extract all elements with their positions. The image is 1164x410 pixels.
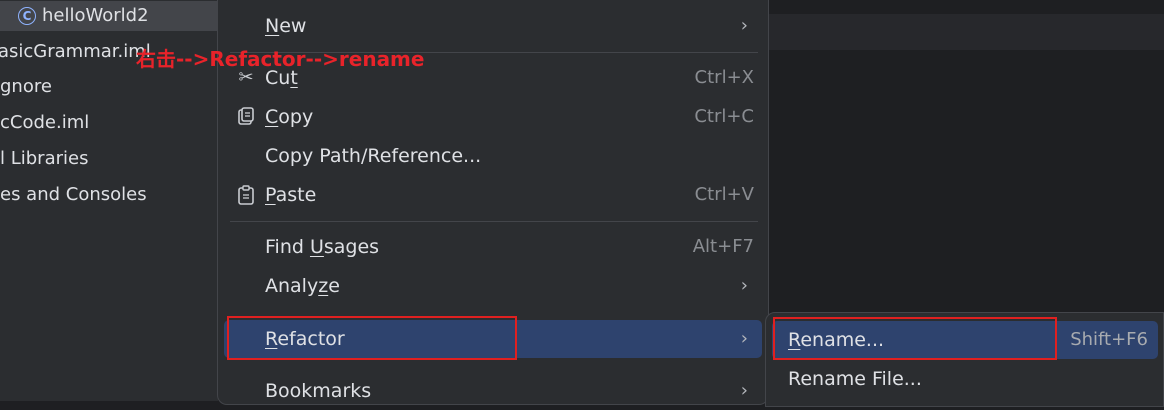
annotation-box-refactor <box>227 316 517 360</box>
chevron-right-icon: › <box>740 15 748 36</box>
menu-item-copy[interactable]: Copy Ctrl+C <box>218 98 768 136</box>
menu-item-new[interactable]: New › <box>218 7 768 45</box>
tree-item-iml[interactable]: asicGrammar.iml <box>0 37 151 67</box>
annotation-text: 右击-->Refactor-->rename <box>136 47 425 71</box>
menu-item-label: Paste <box>265 184 317 206</box>
tree-item-label: gnore <box>0 76 52 97</box>
menu-item-copy-path[interactable]: Copy Path/Reference... <box>218 137 768 175</box>
tree-item-label: es and Consoles <box>0 184 147 205</box>
shortcut-label: Shift+F6 <box>1070 329 1148 350</box>
menu-item-find-usages[interactable]: Find Usages Alt+F7 <box>218 228 768 266</box>
menu-item-label: Analyze <box>265 275 340 297</box>
tree-item-helloworld2[interactable]: ChelloWorld2 <box>0 1 218 31</box>
tree-item-gitignore[interactable]: gnore <box>0 72 52 102</box>
menu-item-label: Copy <box>265 106 314 128</box>
tree-item-scratches[interactable]: es and Consoles <box>0 180 147 210</box>
shortcut-label: Ctrl+X <box>694 67 754 88</box>
menu-item-bookmarks[interactable]: Bookmarks › <box>218 372 768 410</box>
menu-item-analyze[interactable]: Analyze › <box>218 267 768 305</box>
shortcut-label: Alt+F7 <box>692 236 754 257</box>
menu-item-paste[interactable]: Paste Ctrl+V <box>218 176 768 214</box>
shortcut-label: Ctrl+C <box>694 106 754 127</box>
menu-item-label: Bookmarks <box>265 380 372 402</box>
menu-item-rename-file[interactable]: Rename File... <box>766 360 1163 398</box>
tree-item-label: asicGrammar.iml <box>0 41 151 62</box>
tree-item-label: l Libraries <box>0 148 89 169</box>
annotation-box-rename <box>773 317 1057 360</box>
shortcut-label: Ctrl+V <box>694 184 754 205</box>
menu-item-label: New <box>265 15 307 37</box>
tree-item-label: cCode.iml <box>0 112 90 133</box>
chevron-right-icon: › <box>740 328 748 349</box>
chevron-right-icon: › <box>740 275 748 296</box>
class-icon: C <box>18 7 36 25</box>
menu-item-label: Copy Path/Reference... <box>265 145 482 167</box>
tree-item-external-libraries[interactable]: l Libraries <box>0 144 88 174</box>
menu-item-label: Find Usages <box>265 236 380 258</box>
tree-item-label: helloWorld2 <box>42 5 149 26</box>
chevron-right-icon: › <box>740 380 748 401</box>
menu-item-label: Rename File... <box>788 368 922 390</box>
separator <box>230 221 758 222</box>
clipboard-icon <box>234 176 258 219</box>
copy-icon <box>234 98 258 141</box>
tree-item-code-iml[interactable]: cCode.iml <box>0 108 89 138</box>
